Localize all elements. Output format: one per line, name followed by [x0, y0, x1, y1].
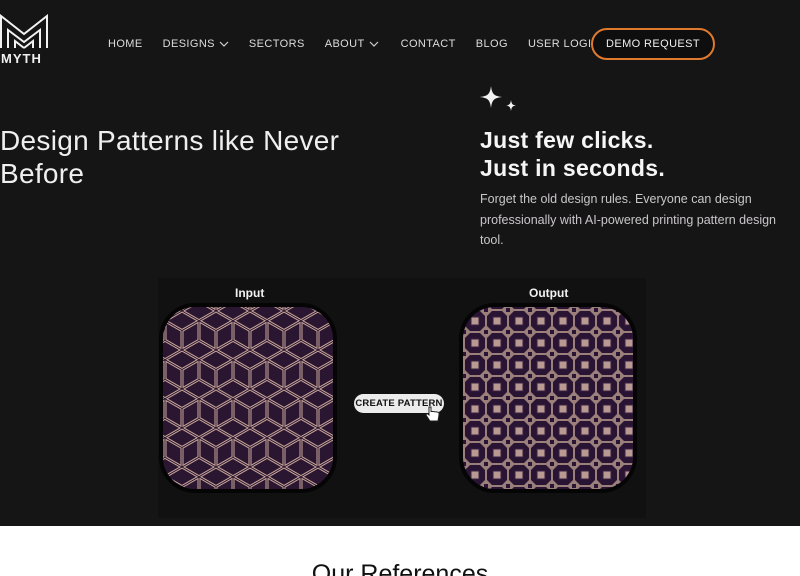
hexagon-cube-pattern-graphic — [163, 307, 333, 489]
octagon-pattern-graphic — [463, 307, 633, 489]
chevron-down-icon — [369, 41, 379, 47]
nav-item-label: BLOG — [475, 38, 508, 50]
nav-item-designs[interactable]: DESIGNS — [163, 38, 229, 50]
tagline-line-1: Just few clicks. — [480, 127, 654, 153]
nav-item-label: ABOUT — [324, 38, 365, 50]
hero-title: Design Patterns like Never Before — [0, 125, 340, 189]
nav-item-user-login[interactable]: USER LOGIN — [528, 38, 600, 50]
nav-item-label: DESIGNS — [162, 38, 215, 50]
hero-description: Forget the old design rules. Everyone ca… — [480, 192, 777, 247]
sparkle-icon — [480, 86, 516, 111]
nav-item-label: CONTACT — [400, 38, 456, 50]
nav-item-blog[interactable]: BLOG — [476, 38, 508, 50]
nav-item-contact[interactable]: CONTACT — [401, 38, 456, 50]
main-nav: HOME DESIGNS SECTORS ABOUT CONTACT BLOG … — [108, 38, 600, 50]
input-label: Input — [235, 286, 265, 300]
brand-logo[interactable]: MYTH — [0, 14, 50, 66]
nav-item-label: USER LOGIN — [527, 38, 600, 50]
demo-request-button[interactable]: DEMO REQUEST — [591, 28, 715, 60]
nav-item-sectors[interactable]: SECTORS — [249, 38, 305, 50]
tagline-line-2: Just in seconds. — [480, 155, 666, 181]
references-title: Our References — [311, 560, 489, 576]
hand-cursor-icon — [425, 406, 440, 422]
input-pattern-image — [159, 303, 337, 493]
output-label: Output — [529, 286, 569, 300]
output-pattern-image — [459, 303, 637, 493]
brand-name: MYTH — [1, 51, 42, 66]
nav-item-about[interactable]: ABOUT — [325, 38, 379, 50]
tagline: Just few clicks. Just in seconds. — [480, 126, 665, 182]
nav-item-label: HOME — [108, 38, 143, 50]
nav-item-label: SECTORS — [248, 38, 305, 50]
references-section: Our References — [0, 526, 800, 576]
chevron-down-icon — [219, 41, 229, 47]
nav-item-home[interactable]: HOME — [108, 38, 143, 50]
myth-logo-icon — [0, 14, 48, 49]
